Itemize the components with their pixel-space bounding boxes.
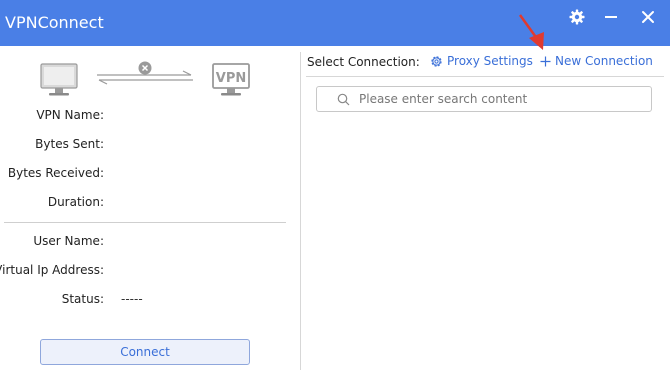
close-icon [642, 11, 654, 23]
user-name-label: User Name: [33, 234, 104, 248]
select-connection-label: Select Connection: [307, 55, 420, 69]
gear-outline-icon [431, 55, 442, 67]
app-title: VPNConnect [5, 13, 104, 32]
svg-text:VPN: VPN [216, 71, 246, 86]
minimize-button[interactable] [599, 7, 623, 27]
duration-label: Duration: [47, 195, 104, 209]
new-connection-label: New Connection [555, 54, 653, 68]
user-name-row: User Name: [0, 234, 300, 252]
bytes-sent-label: Bytes Sent: [35, 137, 104, 151]
plus-icon [540, 56, 551, 66]
search-icon [337, 93, 350, 106]
status-row: Status: ----- [0, 292, 300, 310]
vpn-server-icon: VPN [212, 63, 250, 96]
vpn-name-label: VPN Name: [36, 108, 104, 122]
annotation-arrow-icon [518, 14, 544, 50]
virtual-ip-label: Virtual Ip Address: [0, 263, 104, 277]
section-divider [4, 222, 286, 223]
minimize-icon [605, 16, 617, 18]
status-value: ----- [121, 292, 143, 306]
duration-row: Duration: [0, 195, 300, 213]
search-input[interactable] [339, 92, 639, 106]
header-divider [306, 76, 664, 77]
vpn-name-row: VPN Name: [0, 108, 300, 126]
search-box [316, 86, 652, 112]
close-button[interactable] [636, 7, 660, 27]
status-label: Status: [61, 292, 104, 306]
title-bar: VPNConnect [0, 0, 670, 46]
connection-list-panel: Select Connection: Proxy Settings New Co… [301, 46, 670, 376]
bytes-received-row: Bytes Received: [0, 166, 300, 184]
bytes-sent-row: Bytes Sent: [0, 137, 300, 155]
connect-button[interactable]: Connect [40, 339, 250, 365]
gear-icon [569, 9, 585, 25]
virtual-ip-row: Virtual Ip Address: [0, 263, 300, 281]
disconnected-x-icon [138, 61, 152, 75]
proxy-settings-link[interactable]: Proxy Settings [430, 54, 533, 68]
new-connection-link[interactable]: New Connection [540, 54, 653, 68]
proxy-settings-label: Proxy Settings [447, 54, 533, 68]
connection-status-panel: VPN VPN Name: Bytes Sent: Bytes Received… [0, 46, 300, 376]
bytes-received-label: Bytes Received: [7, 166, 104, 180]
settings-button[interactable] [565, 7, 589, 27]
computer-icon [40, 63, 78, 96]
